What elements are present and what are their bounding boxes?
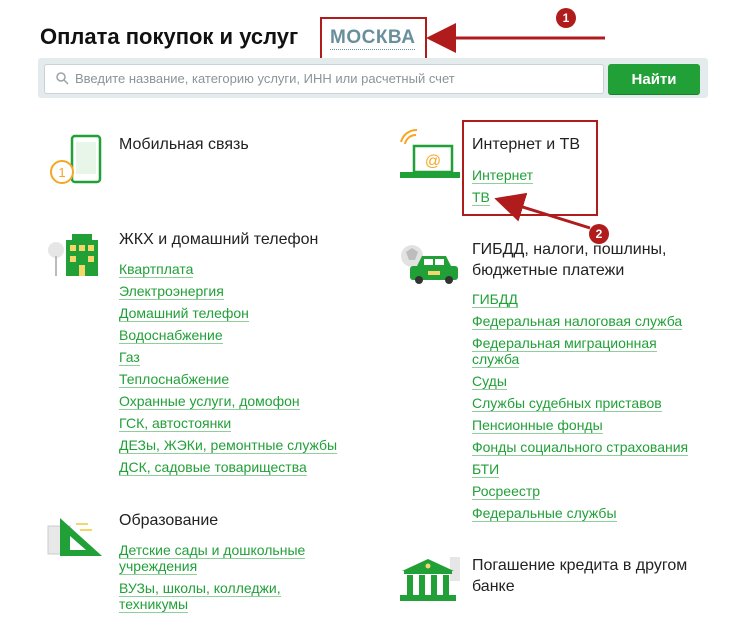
- search-placeholder: Введите название, категорию услуги, ИНН …: [75, 71, 455, 86]
- bank-building-icon: [400, 557, 460, 601]
- link-social-insurance[interactable]: Фонды социального страхования: [472, 439, 689, 456]
- category-education-title[interactable]: Образование: [119, 510, 218, 531]
- category-mobile-title[interactable]: Мобильная связь: [119, 134, 249, 155]
- category-credit-title[interactable]: Погашение кредита в другом банке: [472, 555, 687, 597]
- link-bti[interactable]: БТИ: [472, 461, 688, 478]
- svg-text:1: 1: [58, 165, 65, 180]
- link-gas[interactable]: Газ: [119, 349, 337, 366]
- link-kvartplata[interactable]: Квартплата: [119, 261, 337, 278]
- link-courts[interactable]: Суды: [472, 373, 688, 390]
- link-bailiffs[interactable]: Службы судебных приставов: [472, 395, 688, 412]
- category-gibdd-title[interactable]: ГИБДД, налоги, пошлины, бюджетные платеж…: [472, 239, 667, 281]
- link-universities-cont[interactable]: техникумы: [119, 596, 305, 613]
- link-federal-services[interactable]: Федеральные службы: [472, 505, 688, 522]
- mobile-phone-icon: 1: [50, 134, 102, 184]
- link-security[interactable]: Охранные услуги, домофон: [119, 393, 337, 410]
- apartment-building-icon: [48, 234, 98, 276]
- link-home-phone[interactable]: Домашний телефон: [119, 305, 337, 322]
- link-water[interactable]: Водоснабжение: [119, 327, 337, 344]
- link-electricity[interactable]: Электроэнергия: [119, 283, 337, 300]
- link-kindergartens-cont[interactable]: учреждения: [119, 558, 305, 575]
- link-tv[interactable]: ТВ: [472, 189, 533, 206]
- search-bar: Введите название, категорию услуги, ИНН …: [38, 58, 708, 98]
- link-parking[interactable]: ГСК, автостоянки: [119, 415, 337, 432]
- link-internet[interactable]: Интернет: [472, 167, 534, 184]
- svg-text:@: @: [425, 153, 441, 170]
- search-input[interactable]: Введите название, категорию услуги, ИНН …: [44, 64, 604, 94]
- internet-links: Интернет ТВ: [472, 167, 534, 211]
- category-housing-title[interactable]: ЖКХ и домашний телефон: [119, 229, 318, 250]
- link-pension-funds[interactable]: Пенсионные фонды: [472, 417, 688, 434]
- link-migration-service-cont[interactable]: служба: [472, 351, 688, 368]
- laptop-wifi-icon: @: [400, 128, 460, 178]
- link-universities[interactable]: ВУЗы, школы, колледжи,: [119, 580, 305, 597]
- link-kindergartens[interactable]: Детские сады и дошкольные: [119, 542, 306, 559]
- link-dsk[interactable]: ДСК, садовые товарищества: [119, 459, 337, 476]
- category-internet-title[interactable]: Интернет и ТВ: [472, 134, 580, 155]
- set-square-icon: [47, 518, 102, 556]
- link-dez[interactable]: ДЕЗы, ЖЭКи, ремонтные службы: [119, 437, 338, 454]
- link-heating[interactable]: Теплоснабжение: [119, 371, 337, 388]
- gibdd-links: ГИБДД Федеральная налоговая служба Федер…: [472, 291, 689, 527]
- education-links: Детские сады и дошкольные учреждения ВУЗ…: [119, 542, 306, 618]
- link-rosreestr[interactable]: Росреестр: [472, 483, 688, 500]
- annotation-badge-1: 1: [556, 8, 576, 28]
- link-tax-service[interactable]: Федеральная налоговая служба: [472, 313, 688, 330]
- search-icon: [56, 72, 69, 85]
- find-button[interactable]: Найти: [608, 64, 700, 95]
- link-migration-service[interactable]: Федеральная миграционная: [472, 335, 688, 352]
- housing-links: Квартплата Электроэнергия Домашний телеф…: [119, 261, 338, 481]
- link-gibdd[interactable]: ГИБДД: [472, 291, 688, 308]
- car-emblem-icon: [401, 245, 458, 284]
